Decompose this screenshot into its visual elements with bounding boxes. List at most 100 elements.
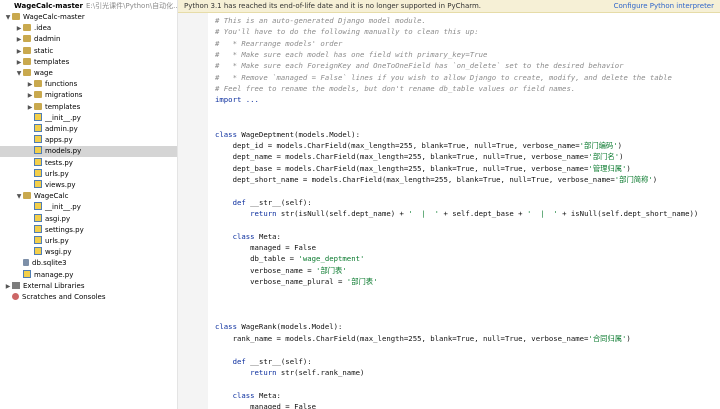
expand-arrow-icon[interactable]: ▶ (15, 23, 23, 34)
tree-item[interactable]: ▼ WageCalc (0, 191, 177, 202)
tree-item-label: urls.py (45, 237, 69, 245)
tree-item-label: tests.py (45, 158, 73, 167)
code-string: '部门表' (346, 277, 378, 287)
expand-arrow-icon[interactable]: ▶ (15, 34, 23, 45)
tree-item-label: WageCalc-master (23, 13, 85, 21)
code-line: # * Make sure each ForeignKey and OneToO… (215, 60, 624, 71)
expand-arrow-icon[interactable]: ▶ (26, 90, 34, 101)
code-text: ) (626, 333, 631, 343)
expand-arrow-icon[interactable]: ▶ (15, 46, 23, 57)
code-string: '部门编码' (579, 140, 618, 150)
code-keyword: class (215, 231, 259, 241)
tree-item-label: urls.py (45, 169, 69, 178)
tree-item-label: Scratches and Consoles (22, 293, 106, 301)
code-comment: # You'll have to do the following manual… (215, 27, 479, 37)
code-text: db_table = (215, 254, 299, 264)
code-line: # * Make sure each model has one field w… (215, 49, 487, 60)
code-line: dept_id = models.CharField(max_length=25… (215, 140, 622, 151)
python-file-icon (34, 146, 42, 155)
expand-arrow-icon[interactable]: ▶ (4, 281, 12, 292)
code-text: str(isNull(self.dept_name) + (280, 208, 409, 218)
tree-item[interactable]: asgi.py (0, 213, 177, 225)
tree-item-label: templates (45, 102, 81, 111)
expand-arrow-icon[interactable]: ▶ (26, 79, 34, 90)
tree-item[interactable]: __init__.py (0, 202, 177, 213)
code-line: dept_short_name = models.CharField(max_l… (215, 174, 658, 185)
tree-item[interactable]: urls.py (0, 236, 177, 247)
folder-icon (12, 13, 20, 20)
project-header[interactable]: WageCalc-master E:\引光课件\Python\自动化... (0, 0, 177, 12)
expand-arrow-icon[interactable]: ▶ (26, 102, 34, 113)
code-keyword: return (215, 367, 281, 377)
code-editor[interactable]: # This is an auto-generated Django model… (208, 13, 720, 409)
code-line: managed = False (215, 242, 316, 253)
code-comment: # This is an auto-generated Django model… (215, 16, 426, 25)
tree-item-label: static (34, 46, 54, 55)
tree-item-label: asgi.py (45, 214, 71, 223)
tree-item[interactable]: settings.py (0, 224, 177, 236)
code-text: __str__(self): (250, 356, 312, 366)
tree-item-label: dadmin (34, 35, 61, 44)
folder-icon (34, 80, 42, 88)
eol-warning-banner: Python 3.1 has reached its end-of-life d… (178, 0, 720, 13)
code-string: ' | ' (526, 208, 558, 218)
code-keyword: def (215, 356, 251, 366)
tree-item[interactable]: models.py (0, 146, 177, 158)
code-line: class WageDeptment(models.Model): (215, 129, 360, 140)
code-keyword: class (215, 390, 259, 400)
tree-item[interactable]: ▼ wage (0, 68, 177, 79)
tree-item[interactable]: ▶ templates (0, 57, 177, 68)
folder-icon (23, 35, 31, 43)
code-text: rank_name = models.CharField(max_length=… (215, 333, 589, 343)
code-string: 'wage_deptment' (298, 254, 365, 264)
code-string: '部门简称' (614, 174, 653, 184)
code-line: def __str__(self): (215, 197, 312, 208)
python-file-icon (34, 135, 42, 144)
tree-item[interactable]: tests.py (0, 157, 177, 169)
code-line: return str(self.rank_name) (215, 367, 364, 378)
tree-item[interactable]: ▶ .idea (0, 23, 177, 34)
collapse-arrow-icon[interactable]: ▼ (15, 68, 23, 79)
tree-item[interactable]: wsgi.py (0, 247, 177, 258)
tree-item[interactable]: manage.py (0, 269, 177, 281)
tree-item[interactable]: ▶ static (0, 46, 177, 57)
tree-item[interactable]: ▶ templates (0, 102, 177, 113)
configure-interpreter-link[interactable]: Configure Python interpreter (614, 0, 714, 12)
tree-item-label: wsgi.py (45, 248, 72, 257)
tree-item[interactable]: ▶ External Libraries (0, 281, 177, 292)
tree-item[interactable]: admin.py (0, 124, 177, 135)
code-comment: # Feel free to rename the models, but do… (215, 84, 576, 94)
tree-item-label: __init__.py (45, 113, 81, 122)
editor-gutter[interactable] (178, 13, 208, 409)
tree-item[interactable]: Scratches and Consoles (0, 292, 177, 303)
code-comment: # * Rearrange models' order (215, 38, 343, 48)
expand-arrow-icon[interactable]: ▶ (15, 57, 23, 68)
collapse-arrow-icon[interactable]: ▼ (4, 12, 12, 23)
collapse-arrow-icon[interactable]: ▼ (15, 191, 23, 202)
code-comment: # * Remove `managed = False` lines if yo… (215, 72, 672, 82)
python-file-icon (34, 224, 42, 233)
code-string: ' | ' (408, 208, 440, 218)
tree-item[interactable]: __init__.py (0, 112, 177, 124)
folder-icon (23, 192, 31, 200)
code-line: verbose_name_plural = '部门表' (215, 276, 377, 287)
code-line: # This is an auto-generated Django model… (215, 15, 426, 26)
code-line: class Meta: (215, 390, 281, 401)
tree-item[interactable]: ▶ dadmin (0, 34, 177, 45)
project-sidebar: WageCalc-master E:\引光课件\Python\自动化... ▼ Wa… (0, 0, 178, 409)
tree-item[interactable]: db.sqlite3 (0, 258, 177, 269)
tree-item-label: settings.py (45, 225, 84, 234)
tree-item[interactable]: urls.py (0, 168, 177, 180)
code-text: ) (617, 140, 623, 150)
folder-icon (34, 102, 42, 110)
tree-item[interactable]: apps.py (0, 135, 177, 146)
project-path: E:\引光课件\Python\自动化... (86, 2, 177, 10)
tree-item[interactable]: ▶ functions (0, 79, 177, 90)
tree-item[interactable]: ▶ migrations (0, 90, 177, 101)
code-text: dept_short_name = models.CharField(max_l… (215, 174, 615, 184)
tree-item[interactable]: ▼ WageCalc-master (0, 12, 177, 23)
tree-item-label: db.sqlite3 (32, 259, 67, 268)
tree-item[interactable]: views.py (0, 180, 177, 191)
code-text: managed = False (215, 243, 317, 252)
tree-item-label: External Libraries (23, 281, 85, 290)
